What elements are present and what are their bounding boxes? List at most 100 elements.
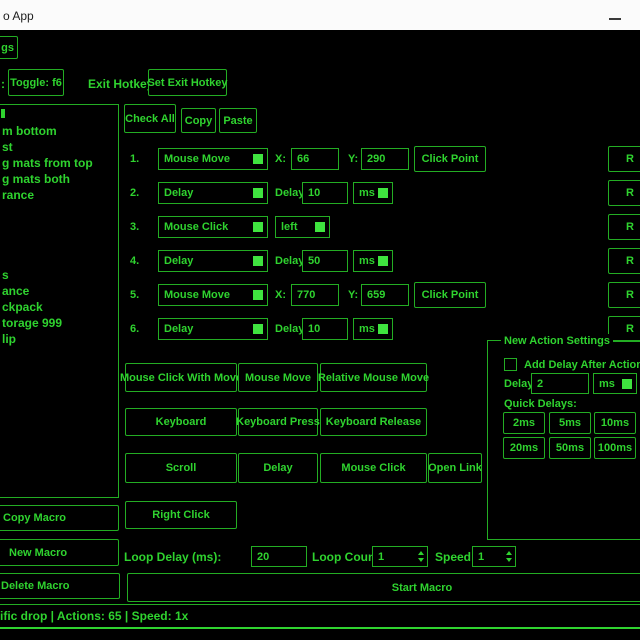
click-point-label: Click Point	[422, 289, 479, 301]
new-action-delay-unit-dropdown[interactable]: ms	[593, 373, 637, 394]
add-keyboard-release-button[interactable]: Keyboard Release	[320, 408, 427, 436]
add-mouse-move-button[interactable]: Mouse Move	[238, 363, 318, 392]
speed-value: 1	[478, 551, 484, 563]
add-open-link-button[interactable]: Open Link	[428, 453, 482, 483]
add-delay-button[interactable]: Delay	[238, 453, 318, 483]
action-number: 6.	[130, 323, 139, 335]
quick-delay-100ms-button[interactable]: 100ms	[594, 437, 636, 459]
add-keyboard-button[interactable]: Keyboard	[125, 408, 237, 436]
settings-button[interactable]: gs	[0, 36, 18, 59]
start-macro-button[interactable]: Start Macro	[127, 573, 640, 602]
list-item[interactable]: g mats from top	[2, 156, 93, 170]
loop-count-spinner[interactable]: 1	[372, 546, 428, 567]
spinner-arrows	[418, 547, 424, 566]
button-label: Keyboard Release	[326, 416, 421, 428]
spin-down-icon[interactable]	[418, 558, 424, 562]
quick-delay-10ms-button[interactable]: 10ms	[594, 412, 636, 434]
delay-unit-dropdown[interactable]: ms	[353, 250, 393, 272]
loop-count-value: 1	[378, 551, 384, 563]
macro-listbox[interactable]: m bottom st g mats from top g mats both …	[0, 104, 119, 498]
dropdown-indicator-icon	[378, 256, 388, 266]
speed-spinner[interactable]: 1	[472, 546, 516, 567]
action-type-dropdown[interactable]: Delay	[158, 318, 268, 340]
remove-action-button[interactable]: R	[608, 282, 640, 308]
list-item[interactable]: g mats both	[2, 172, 70, 186]
minimize-button[interactable]	[598, 0, 640, 30]
new-action-delay-input[interactable]: 2	[531, 373, 589, 394]
new-macro-label: New Macro	[9, 547, 67, 559]
click-point-label: Click Point	[422, 153, 479, 165]
remove-action-button[interactable]: R	[608, 214, 640, 240]
add-mouse-click-with-move-button[interactable]: Mouse Click With Move	[125, 363, 237, 392]
hotkey-label-fragment: :	[1, 77, 5, 91]
group-title: New Action Settings	[501, 334, 613, 348]
delay-unit-dropdown[interactable]: ms	[353, 182, 393, 204]
spin-up-icon[interactable]	[418, 551, 424, 555]
action-type-dropdown[interactable]: Mouse Move	[158, 148, 268, 170]
quick-delay-20ms-button[interactable]: 20ms	[503, 437, 545, 459]
new-macro-button[interactable]: New Macro	[0, 539, 119, 566]
dropdown-indicator-icon	[253, 188, 263, 198]
set-exit-hotkey-button[interactable]: Set Exit Hotkey	[148, 69, 227, 96]
status-bar: ific drop | Actions: 65 | Speed: 1x	[0, 604, 640, 629]
remove-label: R	[626, 221, 634, 233]
add-keyboard-press-button[interactable]: Keyboard Press	[238, 408, 318, 436]
dropdown-indicator-icon	[378, 324, 388, 334]
window-title: o App	[3, 9, 34, 23]
action-type-dropdown[interactable]: Delay	[158, 182, 268, 204]
list-item[interactable]: ckpack	[2, 300, 43, 314]
x-value: 770	[297, 289, 315, 301]
list-item[interactable]: torage 999	[2, 316, 62, 330]
paste-button[interactable]: Paste	[219, 108, 257, 133]
delay-label: Delay	[275, 187, 304, 199]
mouse-button-dropdown[interactable]: left	[275, 216, 330, 238]
quick-delay-2ms-button[interactable]: 2ms	[503, 412, 545, 434]
click-point-button[interactable]: Click Point	[414, 282, 486, 308]
action-type-dropdown[interactable]: Delay	[158, 250, 268, 272]
quick-delay-50ms-button[interactable]: 50ms	[549, 437, 591, 459]
quick-delay-5ms-button[interactable]: 5ms	[549, 412, 591, 434]
dropdown-indicator-icon	[315, 222, 325, 232]
remove-action-button[interactable]: R	[608, 248, 640, 274]
delay-input[interactable]: 10	[302, 318, 348, 340]
delay-input[interactable]: 50	[302, 250, 348, 272]
x-input[interactable]: 66	[291, 148, 339, 170]
x-input[interactable]: 770	[291, 284, 339, 306]
list-item[interactable]: m bottom	[2, 124, 57, 138]
remove-action-button[interactable]: R	[608, 146, 640, 172]
delay-input[interactable]: 10	[302, 182, 348, 204]
app-window: o App gs : Toggle: f6 Exit Hotkey: Set E…	[0, 0, 640, 640]
action-type-dropdown[interactable]: Mouse Move	[158, 284, 268, 306]
remove-label: R	[626, 289, 634, 301]
y-input[interactable]: 290	[361, 148, 409, 170]
add-delay-after-action-checkbox[interactable]	[504, 358, 517, 371]
delay-label: Delay	[275, 323, 304, 335]
list-item[interactable]: ance	[2, 284, 29, 298]
add-scroll-button[interactable]: Scroll	[125, 453, 237, 483]
list-item[interactable]: s	[2, 268, 9, 282]
loop-delay-input[interactable]: 20	[251, 546, 307, 567]
action-type-value: Delay	[164, 187, 193, 199]
dropdown-indicator-icon	[622, 379, 632, 389]
y-input[interactable]: 659	[361, 284, 409, 306]
remove-action-button[interactable]: R	[608, 180, 640, 206]
list-item[interactable]: st	[2, 140, 13, 154]
add-right-click-button[interactable]: Right Click	[125, 501, 237, 529]
action-type-value: Delay	[164, 255, 193, 267]
add-relative-mouse-move-button[interactable]: Relative Mouse Move	[320, 363, 427, 392]
action-type-dropdown[interactable]: Mouse Click	[158, 216, 268, 238]
add-mouse-click-button[interactable]: Mouse Click	[320, 453, 427, 483]
list-item[interactable]: rance	[2, 188, 34, 202]
spin-down-icon[interactable]	[506, 558, 512, 562]
check-all-button[interactable]: Check All	[124, 104, 176, 133]
loop-delay-value: 20	[257, 551, 269, 563]
delay-unit-dropdown[interactable]: ms	[353, 318, 393, 340]
spin-up-icon[interactable]	[506, 551, 512, 555]
action-type-value: Mouse Move	[164, 153, 230, 165]
delete-macro-button[interactable]: Delete Macro	[0, 573, 120, 599]
copy-macro-button[interactable]: Copy Macro	[0, 505, 119, 531]
click-point-button[interactable]: Click Point	[414, 146, 486, 172]
copy-button[interactable]: Copy	[181, 108, 216, 133]
list-item[interactable]: lip	[2, 332, 16, 346]
toggle-hotkey-button[interactable]: Toggle: f6	[8, 69, 64, 96]
